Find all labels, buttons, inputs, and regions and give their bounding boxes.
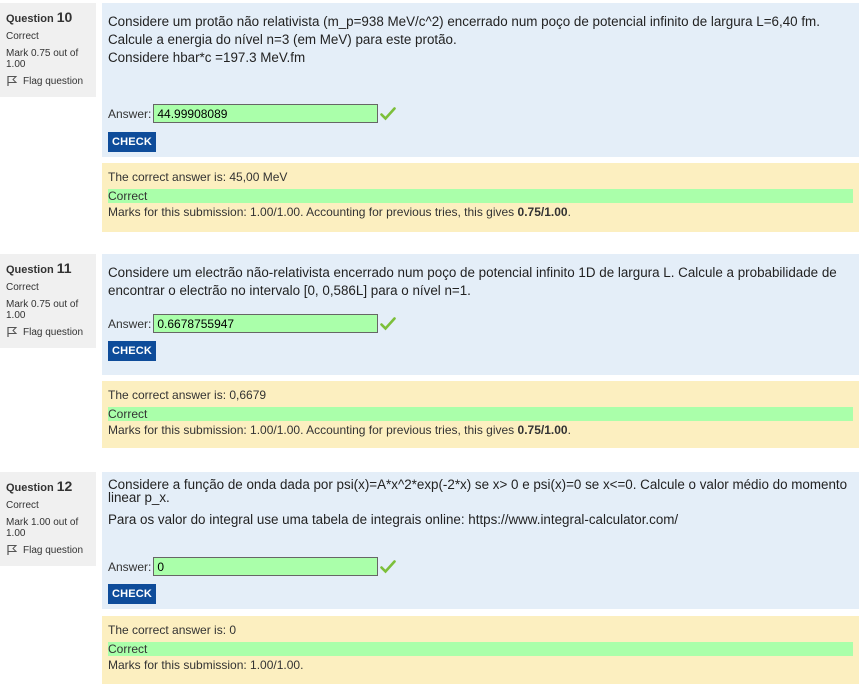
flag-label: Flag question [23, 75, 84, 87]
question-grade: Mark 1.00 out of 1.00 [6, 517, 79, 539]
question-grade: Mark 0.75 out of 1.00 [6, 48, 79, 70]
question-formulation: Considere um protão não relativista (m_p… [102, 3, 859, 157]
flag-label: Flag question [23, 326, 84, 338]
question-text-paragraph: Para os valor do integral use uma tabela… [108, 512, 679, 527]
answer-input[interactable] [153, 314, 379, 333]
answer-input[interactable] [153, 104, 379, 123]
flag-icon [7, 327, 18, 337]
question-text: Considere um electrão não-relativista en… [108, 264, 853, 300]
right-answer: The correct answer is: 0,6679 [108, 388, 267, 402]
answer-label: Answer: [108, 106, 152, 121]
check-button[interactable]: CHECK [108, 584, 156, 604]
question-outcome: The correct answer is: 0 Correct Marks f… [102, 616, 859, 684]
marks-text: Marks for this submission: 1.00/1.00. Ac… [108, 205, 571, 219]
marks-text: Marks for this submission: 1.00/1.00. Ac… [108, 423, 571, 437]
feedback-correct: Correct [108, 642, 853, 656]
correct-tick-icon [380, 559, 397, 573]
question-text: Considere um protão não relativista (m_p… [108, 13, 853, 67]
question-number: Question 11 [6, 260, 96, 276]
question-label: Question [6, 264, 54, 276]
answer-input[interactable] [153, 557, 379, 576]
question-state: Correct [6, 500, 39, 511]
question-number: Question 10 [6, 9, 96, 25]
question-text-paragraph: Considere hbar*c =197.3 MeV.fm [108, 50, 306, 65]
question-label: Question [6, 482, 54, 494]
question-text-paragraph: Considere um protão não relativista (m_p… [108, 14, 820, 47]
question-text-paragraph: Considere a função de onda dada por psi(… [108, 477, 848, 505]
marks-suffix: . [567, 205, 571, 219]
flag-question-link[interactable]: Flag question [6, 544, 96, 556]
right-answer: The correct answer is: 45,00 MeV [108, 170, 288, 184]
marks-prefix: Marks for this submission: 1.00/1.00. Ac… [108, 205, 518, 219]
question-info: Question 10 Correct Mark 0.75 out of 1.0… [0, 3, 96, 97]
correct-tick-icon [380, 106, 397, 120]
question-grade: Mark 0.75 out of 1.00 [6, 299, 79, 321]
answer-label: Answer: [108, 559, 152, 574]
question-text-paragraph: Considere um electrão não-relativista en… [108, 265, 837, 298]
check-button[interactable]: CHECK [108, 341, 156, 361]
question-num: 12 [56, 478, 73, 494]
marks-value: 0.75/1.00 [517, 205, 568, 219]
check-button[interactable]: CHECK [108, 132, 156, 152]
question-info: Question 11 Correct Mark 0.75 out of 1.0… [0, 254, 96, 348]
question-number: Question 12 [6, 478, 96, 494]
marks-value: 0.75/1.00 [517, 423, 568, 437]
flag-label: Flag question [23, 544, 84, 556]
question-state: Correct [6, 31, 39, 42]
answer-label: Answer: [108, 316, 152, 331]
question-text: Considere a função de onda dada por psi(… [108, 478, 853, 526]
question-formulation: Considere a função de onda dada por psi(… [102, 472, 859, 609]
marks-prefix: Marks for this submission: 1.00/1.00. [108, 658, 304, 672]
flag-question-link[interactable]: Flag question [6, 326, 96, 338]
right-answer: The correct answer is: 0 [108, 623, 237, 637]
question-outcome: The correct answer is: 0,6679 Correct Ma… [102, 381, 859, 448]
question-state: Correct [6, 282, 39, 293]
flag-icon [7, 76, 18, 86]
answer-row: Answer: [108, 557, 397, 576]
question-outcome: The correct answer is: 45,00 MeV Correct… [102, 163, 859, 232]
flag-icon [7, 545, 18, 555]
marks-suffix: . [567, 423, 571, 437]
marks-prefix: Marks for this submission: 1.00/1.00. Ac… [108, 423, 518, 437]
marks-text: Marks for this submission: 1.00/1.00. [108, 658, 303, 672]
feedback-correct: Correct [108, 189, 853, 203]
question-num: 10 [56, 9, 73, 25]
question-formulation: Considere um electrão não-relativista en… [102, 254, 859, 375]
question-label: Question [6, 13, 54, 25]
feedback-correct: Correct [108, 407, 853, 421]
flag-question-link[interactable]: Flag question [6, 75, 96, 87]
answer-row: Answer: [108, 314, 397, 333]
correct-tick-icon [380, 316, 397, 330]
question-num: 11 [56, 260, 72, 276]
answer-row: Answer: [108, 104, 397, 123]
question-info: Question 12 Correct Mark 1.00 out of 1.0… [0, 472, 96, 566]
